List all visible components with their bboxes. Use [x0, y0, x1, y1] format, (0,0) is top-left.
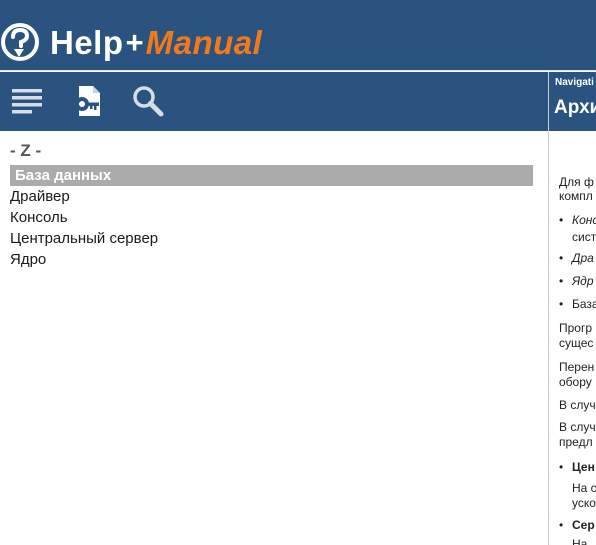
- content-line: предл: [559, 435, 593, 449]
- content-line: Перен: [559, 360, 595, 374]
- content-line: Дра: [572, 251, 594, 265]
- bullet: •: [559, 251, 564, 265]
- logo-help-text: Help: [50, 23, 124, 61]
- navigation-label: Navigati: [555, 77, 594, 88]
- index-letter-heading: - Z -: [10, 141, 42, 160]
- bullet: •: [559, 213, 564, 227]
- content-line: В случ: [559, 398, 596, 412]
- content-line: уско: [572, 496, 596, 510]
- content-line: Прогр: [559, 321, 593, 335]
- toc-button[interactable]: [6, 80, 48, 122]
- topic-content: Для ф компл • Конс сист • Дра • Ядр • Ба…: [549, 131, 596, 545]
- bullet: •: [559, 518, 564, 532]
- content-line: обору: [559, 375, 592, 389]
- content-line: На с: [572, 481, 596, 495]
- content-border: [548, 131, 549, 545]
- search-icon: [133, 86, 164, 117]
- list-icon: [12, 89, 42, 114]
- keyword-index-pane: - Z - База данных Драйвер Консоль Центра…: [0, 131, 548, 545]
- content-line: Для ф: [559, 175, 594, 189]
- content-line: сущес: [559, 336, 594, 350]
- bullet: •: [559, 274, 564, 288]
- content-line: компл: [559, 189, 593, 203]
- logo-manual-text: Manual: [145, 23, 263, 61]
- content-line: сист: [572, 230, 596, 244]
- help-manual-logo: Help + Manual: [0, 22, 262, 62]
- content-line: Сер: [572, 518, 595, 532]
- content-line: Конс: [572, 213, 596, 227]
- index-keyword-list: База данных Драйвер Консоль Центральный …: [10, 165, 533, 270]
- index-item[interactable]: Драйвер: [10, 186, 533, 207]
- content-line: В случ: [559, 420, 596, 434]
- topic-title: Архи: [554, 97, 596, 118]
- index-item[interactable]: База данных: [10, 165, 533, 186]
- index-item[interactable]: Консоль: [10, 207, 533, 228]
- content-line: База: [572, 297, 596, 311]
- topic-header: Navigati Архи: [549, 72, 596, 131]
- content-line: На: [572, 537, 588, 545]
- header-bar: Help + Manual: [0, 0, 596, 71]
- navigation-toolbar: [0, 72, 548, 131]
- bullet: •: [559, 297, 564, 311]
- search-button[interactable]: [127, 80, 169, 122]
- bullet: •: [559, 460, 564, 474]
- index-item[interactable]: Центральный сервер: [10, 228, 533, 249]
- content-line: Ядр: [572, 274, 594, 288]
- logo-plus-text: +: [125, 24, 144, 60]
- index-button[interactable]: [67, 80, 109, 122]
- help-viewer: Help + Manual - Z - База данных Драйвер …: [0, 0, 596, 545]
- content-line: Цен: [572, 460, 595, 474]
- help-logo-icon: [1, 23, 39, 61]
- index-item[interactable]: Ядро: [10, 249, 533, 270]
- document-key-icon: [75, 86, 100, 116]
